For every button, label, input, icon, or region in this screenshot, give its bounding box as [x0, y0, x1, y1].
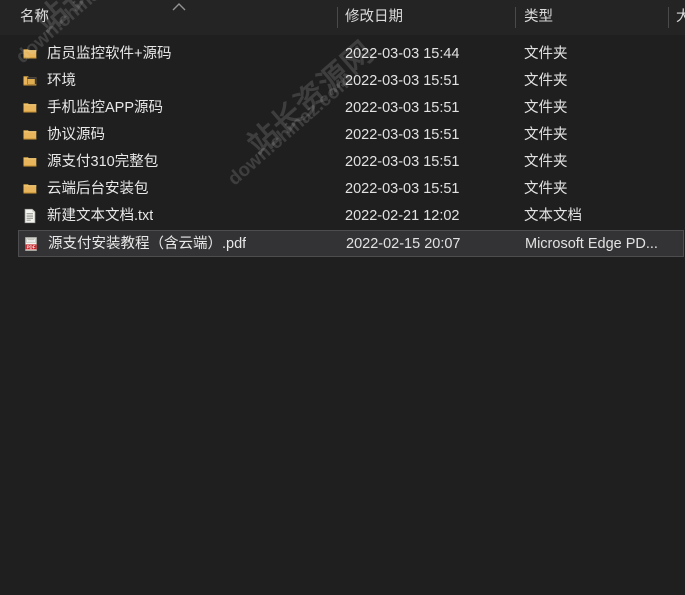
file-type-cell: Microsoft Edge PD...	[525, 236, 658, 252]
file-name-cell[interactable]: 新建文本文档.txt	[22, 203, 332, 228]
column-header-size[interactable]: 大	[676, 0, 685, 35]
file-name-label: 源支付安装教程（含云端）.pdf	[48, 235, 247, 252]
folder-open-icon	[22, 73, 38, 89]
file-date-cell: 2022-02-21 12:02	[345, 208, 460, 224]
svg-text:PDF: PDF	[27, 244, 36, 249]
table-row[interactable]: 源支付310完整包 2022-03-03 15:51 文件夹	[0, 149, 685, 176]
file-date-cell: 2022-02-15 20:07	[346, 236, 461, 252]
table-row[interactable]: PDF 源支付安装教程（含云端）.pdf 2022-02-15 20:07 Mi…	[18, 230, 684, 257]
file-name-label: 协议源码	[47, 126, 105, 143]
column-header-name[interactable]: 名称	[20, 0, 320, 35]
folder-icon	[22, 181, 38, 197]
file-name-cell[interactable]: 云端后台安装包	[22, 176, 332, 201]
file-type-cell: 文件夹	[524, 154, 568, 170]
column-divider-date-type[interactable]	[515, 7, 516, 28]
file-name-label: 店员监控软件+源码	[47, 45, 172, 62]
column-header-type[interactable]: 类型	[524, 0, 659, 35]
pdf-file-icon: PDF	[23, 236, 39, 252]
file-date-cell: 2022-03-03 15:51	[345, 73, 460, 89]
file-name-label: 云端后台安装包	[47, 180, 149, 197]
file-date-cell: 2022-03-03 15:44	[345, 46, 460, 62]
file-type-cell: 文件夹	[524, 100, 568, 116]
file-type-cell: 文本文档	[524, 208, 582, 224]
file-name-label: 新建文本文档.txt	[47, 207, 154, 224]
folder-icon	[22, 127, 38, 143]
file-explorer-list-view: 名称 修改日期 类型 大 店员监控软件+源码 2022-03-03 15:44 …	[0, 0, 685, 595]
file-name-cell[interactable]: 手机监控APP源码	[22, 95, 332, 120]
table-row[interactable]: 新建文本文档.txt 2022-02-21 12:02 文本文档	[0, 203, 685, 230]
file-type-cell: 文件夹	[524, 46, 568, 62]
file-date-cell: 2022-03-03 15:51	[345, 127, 460, 143]
column-header-bar: 名称 修改日期 类型 大	[0, 0, 685, 35]
file-name-label: 源支付310完整包	[47, 153, 159, 170]
file-date-cell: 2022-03-03 15:51	[345, 154, 460, 170]
text-file-icon	[22, 208, 38, 224]
column-divider-type-size[interactable]	[668, 7, 669, 28]
file-date-cell: 2022-03-03 15:51	[345, 181, 460, 197]
chevron-up-icon	[172, 2, 186, 12]
table-row[interactable]: 云端后台安装包 2022-03-03 15:51 文件夹	[0, 176, 685, 203]
table-row[interactable]: 手机监控APP源码 2022-03-03 15:51 文件夹	[0, 95, 685, 122]
file-list: 店员监控软件+源码 2022-03-03 15:44 文件夹 环境 2022-0…	[0, 35, 685, 257]
table-row[interactable]: 环境 2022-03-03 15:51 文件夹	[0, 68, 685, 95]
file-name-cell[interactable]: 源支付310完整包	[22, 149, 332, 174]
file-type-cell: 文件夹	[524, 73, 568, 89]
folder-icon	[22, 154, 38, 170]
file-name-cell[interactable]: PDF 源支付安装教程（含云端）.pdf	[23, 231, 333, 256]
file-type-cell: 文件夹	[524, 127, 568, 143]
table-row[interactable]: 协议源码 2022-03-03 15:51 文件夹	[0, 122, 685, 149]
file-date-cell: 2022-03-03 15:51	[345, 100, 460, 116]
file-name-cell[interactable]: 环境	[22, 68, 332, 93]
column-divider-name-date[interactable]	[337, 7, 338, 28]
file-name-label: 环境	[47, 72, 76, 89]
column-header-date-modified[interactable]: 修改日期	[345, 0, 505, 35]
file-name-cell[interactable]: 店员监控软件+源码	[22, 41, 332, 66]
file-name-cell[interactable]: 协议源码	[22, 122, 332, 147]
table-row[interactable]: 店员监控软件+源码 2022-03-03 15:44 文件夹	[0, 41, 685, 68]
folder-icon	[22, 46, 38, 62]
file-type-cell: 文件夹	[524, 181, 568, 197]
folder-icon	[22, 100, 38, 116]
file-name-label: 手机监控APP源码	[47, 99, 164, 116]
